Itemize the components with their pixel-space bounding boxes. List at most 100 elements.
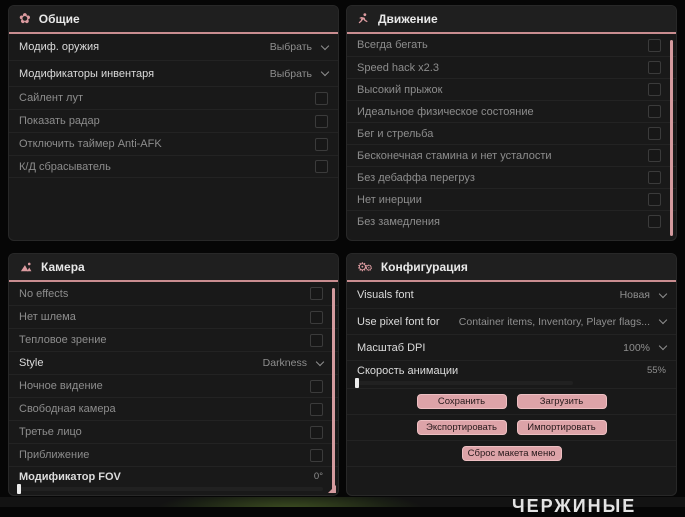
setting-row[interactable]: No effects	[9, 282, 338, 305]
setting-row[interactable]: Нет шлема	[9, 305, 338, 328]
chevron-down-icon	[320, 67, 330, 77]
setting-label: Приближение	[19, 449, 90, 461]
setting-label: Свободная камера	[19, 403, 116, 415]
small-gear-icon: ⚙	[364, 264, 373, 274]
panel-general-header[interactable]: ✿ Общие	[9, 6, 338, 34]
chevron-down-icon	[658, 341, 668, 351]
setting-row[interactable]: Показать радар	[9, 109, 338, 132]
checkbox[interactable]	[315, 91, 328, 105]
setting-label: Модификаторы инвентаря	[19, 67, 155, 80]
panel-movement-header[interactable]: Движение	[347, 6, 676, 34]
import-button[interactable]: Импортировать	[516, 420, 607, 435]
setting-row[interactable]: Всегда бегать	[347, 34, 676, 56]
setting-label: Тепловое зрение	[19, 334, 107, 346]
setting-row: Модиф. оружия Выбрать	[9, 34, 338, 60]
fov-slider-handle[interactable]	[17, 483, 21, 494]
checkbox[interactable]	[310, 379, 323, 393]
flower-gear-icon: ✿	[19, 11, 31, 27]
setting-row[interactable]: Без замедления	[347, 210, 676, 232]
checkbox[interactable]	[310, 310, 323, 324]
panel-general-body: Модиф. оружия Выбрать Модификаторы инвен…	[9, 34, 338, 178]
setting-label: Без дебаффа перегруз	[357, 171, 475, 184]
camera-resize-handle[interactable]	[328, 485, 336, 493]
setting-row[interactable]: Без дебаффа перегруз	[347, 166, 676, 188]
inventory-mod-dropdown[interactable]: Выбрать	[269, 67, 330, 80]
camera-scrollbar[interactable]	[332, 288, 335, 491]
checkbox[interactable]	[648, 105, 661, 118]
checkbox[interactable]	[310, 448, 323, 462]
setting-label: Style	[19, 357, 44, 369]
setting-row[interactable]: Тепловое зрение	[9, 328, 338, 351]
movement-scrollbar[interactable]	[670, 40, 673, 236]
panel-camera: Камера No effects Нет шлема Тепловое зре…	[8, 253, 339, 496]
setting-row[interactable]: Идеальное физическое состояние	[347, 100, 676, 122]
checkbox[interactable]	[648, 61, 661, 74]
checkbox[interactable]	[315, 137, 328, 151]
checkbox[interactable]	[315, 160, 328, 173]
dropdown-value: Выбрать	[269, 41, 312, 53]
image-icon	[19, 261, 33, 274]
weapon-mod-dropdown[interactable]: Выбрать	[269, 41, 330, 53]
config-buttons-row-1: Сохранить Загрузить	[347, 388, 676, 414]
setting-row[interactable]: Бесконечная стамина и нет усталости	[347, 144, 676, 166]
panel-camera-body: No effects Нет шлема Тепловое зрение Sty…	[9, 282, 338, 494]
checkbox[interactable]	[310, 287, 323, 300]
setting-label: Масштаб DPI	[357, 341, 426, 354]
export-button[interactable]: Экспортировать	[416, 420, 507, 435]
fov-slider-row: Модификатор FOV 0°	[9, 466, 338, 494]
setting-row[interactable]: Speed hack x2.3	[347, 56, 676, 78]
dpi-scale-dropdown[interactable]: 100%	[623, 341, 668, 354]
runner-icon	[357, 12, 370, 26]
setting-row[interactable]: Свободная камера	[9, 397, 338, 420]
checkbox[interactable]	[315, 114, 328, 128]
setting-row: Style Darkness	[9, 351, 338, 374]
setting-label: Бег и стрельба	[357, 127, 434, 140]
setting-row[interactable]: Высокий прыжок	[347, 78, 676, 100]
panel-camera-header[interactable]: Камера	[9, 254, 338, 282]
checkbox[interactable]	[648, 215, 661, 228]
checkbox[interactable]	[310, 333, 323, 347]
reset-menu-layout-button[interactable]: Сброс макета меню	[461, 446, 562, 461]
checkbox[interactable]	[648, 193, 661, 206]
chevron-down-icon	[658, 289, 668, 298]
pixel-font-dropdown[interactable]: Container items, Inventory, Player flags…	[459, 316, 668, 328]
config-buttons-row-3: Сброс макета меню	[347, 440, 676, 467]
setting-row[interactable]: Ночное видение	[9, 374, 338, 397]
checkbox[interactable]	[648, 127, 661, 140]
panel-config-header[interactable]: ⚙ ⚙ Конфигурация	[347, 254, 676, 282]
setting-row[interactable]: Нет инерции	[347, 188, 676, 210]
setting-label: Сайлент лут	[19, 92, 83, 104]
panel-title: Общие	[38, 12, 80, 26]
panel-title: Движение	[378, 12, 438, 26]
setting-row[interactable]: Отключить таймер Anti-AFK	[9, 132, 338, 155]
save-button[interactable]: Сохранить	[416, 394, 507, 409]
checkbox[interactable]	[310, 402, 323, 416]
checkbox[interactable]	[648, 149, 661, 162]
load-button[interactable]: Загрузить	[516, 394, 607, 409]
checkbox[interactable]	[648, 83, 661, 96]
animation-speed-track[interactable]	[355, 377, 573, 388]
setting-label: Speed hack x2.3	[357, 61, 439, 74]
checkbox[interactable]	[310, 425, 323, 439]
setting-label: Visuals font	[357, 289, 414, 301]
setting-row[interactable]: Третье лицо	[9, 420, 338, 443]
panel-title: Конфигурация	[380, 260, 468, 274]
checkbox[interactable]	[648, 38, 661, 52]
setting-label: Третье лицо	[19, 426, 82, 438]
setting-row[interactable]: Бег и стрельба	[347, 122, 676, 144]
animation-speed-handle[interactable]	[355, 377, 359, 388]
setting-label: Идеальное физическое состояние	[357, 105, 534, 118]
animation-speed-value: 55%	[646, 365, 666, 376]
panel-movement-body: Всегда бегать Speed hack x2.3 Высокий пр…	[347, 34, 676, 232]
visuals-font-dropdown[interactable]: Новая	[620, 289, 668, 301]
setting-row[interactable]: К/Д сбрасыватель	[9, 155, 338, 178]
panel-title: Камера	[41, 260, 85, 274]
setting-row[interactable]: Приближение	[9, 443, 338, 466]
setting-label: Модификатор FOV	[19, 470, 121, 483]
dropdown-value: Выбрать	[269, 67, 312, 80]
style-dropdown[interactable]: Darkness	[263, 357, 325, 369]
setting-row[interactable]: Сайлент лут	[9, 86, 338, 109]
checkbox[interactable]	[648, 171, 661, 184]
setting-label: Скорость анимации	[357, 364, 459, 377]
fov-slider-track[interactable]	[17, 483, 323, 494]
